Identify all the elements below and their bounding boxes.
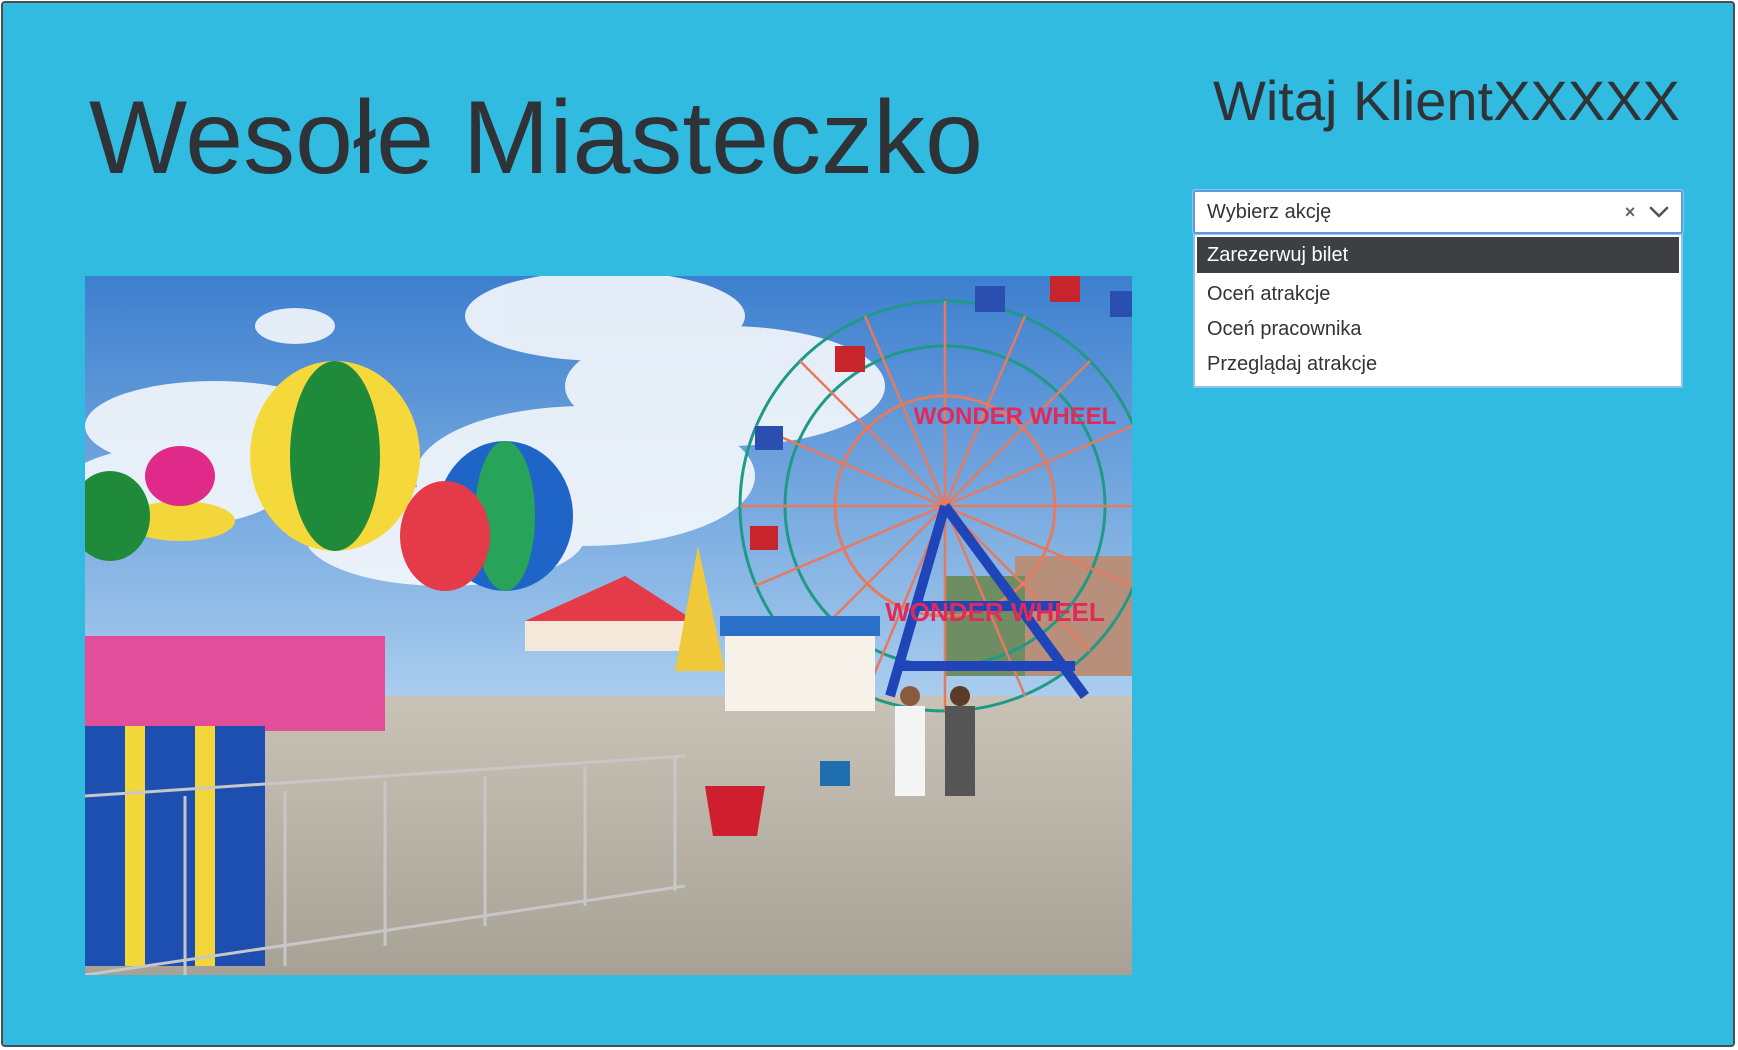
- action-select[interactable]: Wybierz akcję × Zarezerwuj bilet Oceń at…: [1193, 190, 1683, 388]
- option-ocen-atrakcje[interactable]: Oceń atrakcje: [1197, 277, 1679, 312]
- chevron-down-icon[interactable]: [1645, 198, 1673, 226]
- amusement-park-photo: WONDER WHEEL WONDER WHEEL: [85, 276, 1132, 975]
- option-zarezerwuj-bilet[interactable]: Zarezerwuj bilet: [1197, 237, 1679, 273]
- action-select-options: Zarezerwuj bilet Oceń atrakcje Oceń prac…: [1193, 234, 1683, 388]
- action-select-placeholder: Wybierz akcję: [1207, 200, 1332, 223]
- option-przegladaj-atrakcje[interactable]: Przeglądaj atrakcje: [1197, 347, 1679, 382]
- action-select-control[interactable]: Wybierz akcję ×: [1193, 190, 1683, 234]
- close-icon[interactable]: ×: [1619, 202, 1641, 223]
- welcome-message: Witaj KlientXXXXX: [1213, 69, 1680, 132]
- app-frame: Wesołe Miasteczko Witaj KlientXXXXX Wybi…: [1, 1, 1735, 1047]
- wonder-wheel-sign-bottom: WONDER WHEEL: [885, 597, 1105, 627]
- option-ocen-pracownika[interactable]: Oceń pracownika: [1197, 312, 1679, 347]
- page-title: Wesołe Miasteczko: [89, 80, 983, 196]
- wonder-wheel-sign-top: WONDER WHEEL: [914, 403, 1117, 430]
